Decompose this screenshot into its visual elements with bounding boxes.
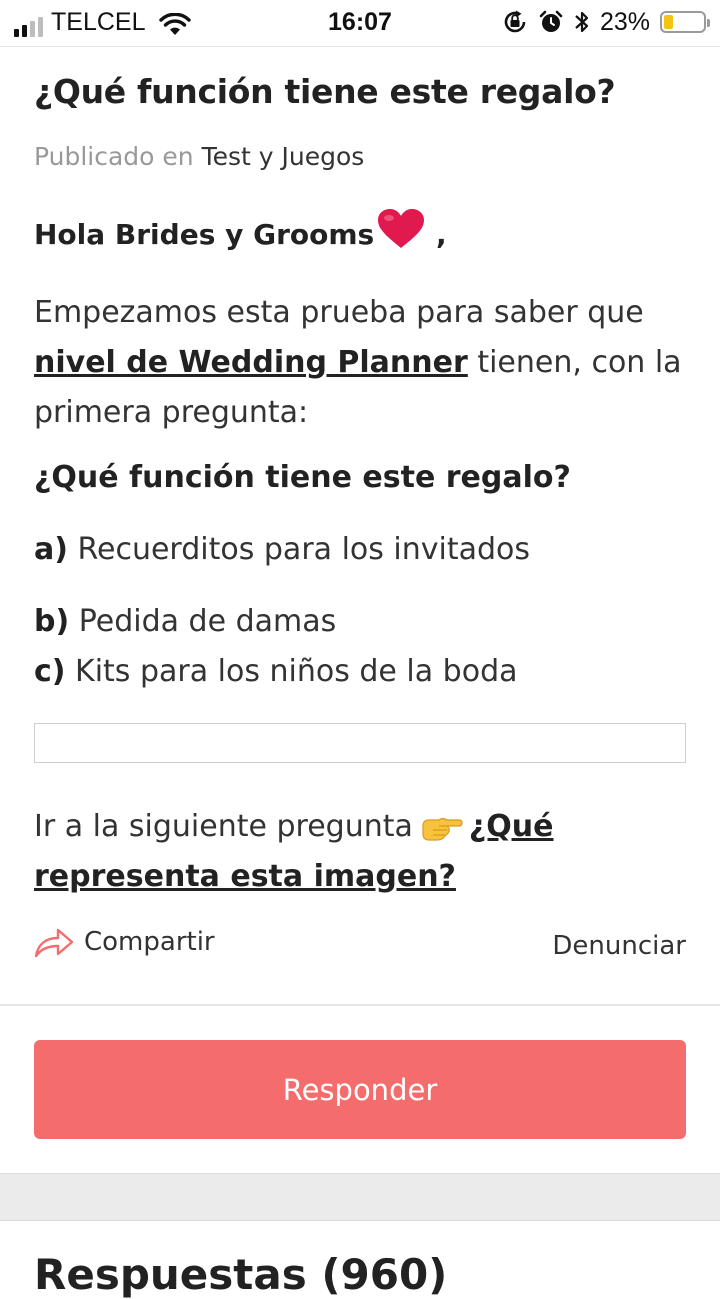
battery-icon: [660, 11, 710, 33]
next-prefix: Ir a la siguiente pregunta: [34, 809, 413, 844]
option-text: Kits para los niños de la boda: [65, 654, 518, 689]
heart-icon: [378, 209, 425, 248]
option-a: a) Recuerditos para los invitados: [34, 532, 530, 567]
option-letter: c): [34, 654, 66, 689]
published-in: Publicado en Test y Juegos: [34, 142, 364, 171]
pointing-hand-icon: [422, 817, 463, 841]
option-text: Recuerditos para los invitados: [67, 532, 531, 567]
post-actions: Compartir Denunciar: [34, 926, 686, 966]
share-label: Compartir: [84, 927, 215, 957]
divider: [0, 1004, 720, 1006]
responses-heading: Respuestas (960): [34, 1250, 448, 1299]
greeting: Hola Brides y Grooms ,: [34, 209, 447, 251]
published-prefix: Publicado en: [34, 142, 194, 171]
status-bar: TELCEL 16:07 23%: [0, 0, 720, 47]
bluetooth-icon: [575, 11, 589, 33]
next-question: Ir a la siguiente pregunta ¿Qué represen…: [34, 802, 686, 902]
question-heading: ¿Qué función tiene este regalo?: [34, 460, 571, 495]
report-link[interactable]: Denunciar: [552, 926, 686, 966]
status-right: 23%: [502, 7, 710, 37]
option-letter: b): [34, 604, 70, 639]
alarm-icon: [539, 10, 563, 32]
greeting-comma: ,: [426, 218, 447, 251]
intro-text-before: Empezamos esta prueba para saber que: [34, 295, 644, 330]
greeting-text: Hola Brides y Grooms: [34, 218, 375, 251]
option-text: Pedida de damas: [69, 604, 337, 639]
answer-input[interactable]: [34, 723, 686, 763]
share-button[interactable]: Compartir: [34, 926, 215, 958]
option-letter: a): [34, 532, 68, 567]
intro-paragraph: Empezamos esta prueba para saber que niv…: [34, 288, 686, 438]
wedding-planner-link[interactable]: nivel de Wedding Planner: [34, 345, 468, 380]
reply-button[interactable]: Responder: [34, 1040, 686, 1139]
share-icon: [34, 928, 74, 958]
post-title: ¿Qué función tiene este regalo?: [34, 72, 616, 111]
section-separator: [0, 1173, 720, 1221]
battery-percent: 23%: [599, 7, 650, 36]
option-c: c) Kits para los niños de la boda: [34, 654, 518, 689]
category-link[interactable]: Test y Juegos: [202, 142, 365, 171]
option-b: b) Pedida de damas: [34, 604, 336, 639]
orientation-lock-icon: [504, 10, 526, 33]
